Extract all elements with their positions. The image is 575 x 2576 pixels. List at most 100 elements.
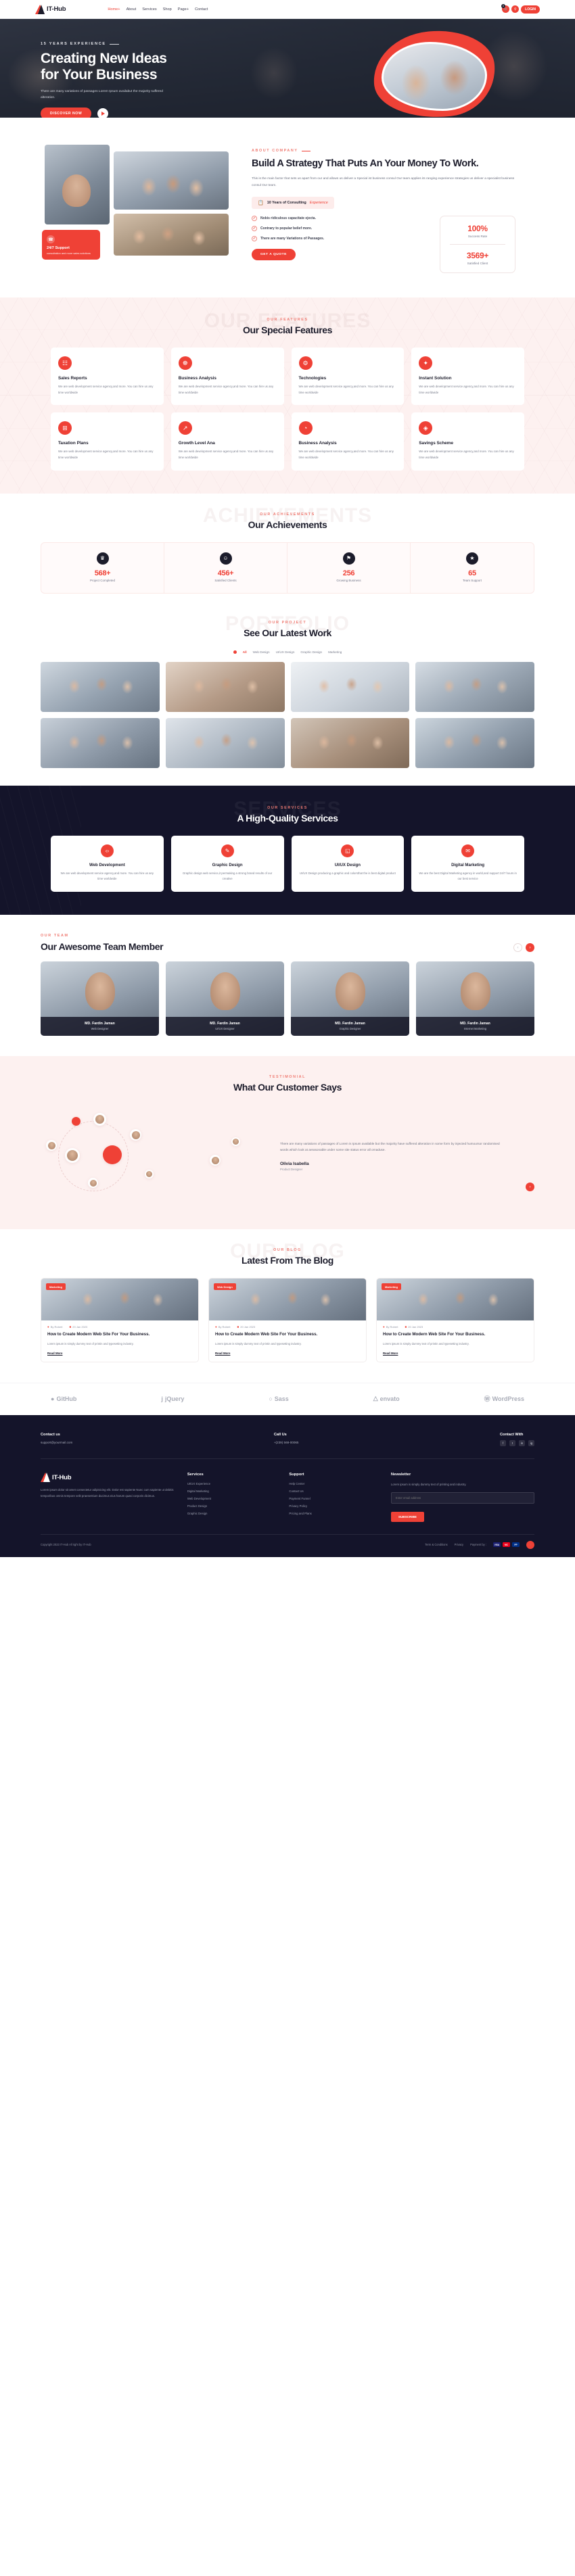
blog-post-card[interactable]: Web Design ● By Robert ■ 20 Jan 2023 How to… [208, 1278, 367, 1363]
next-arrow-icon[interactable]: › [526, 1183, 534, 1192]
next-arrow-icon[interactable]: › [526, 943, 534, 953]
nav-item-shop[interactable]: Shop [163, 7, 172, 11]
blog-tag: Marketing [382, 1283, 401, 1291]
mastercard-icon: MC [503, 1542, 510, 1548]
footer-phone-value[interactable]: +(239) 568-00065 [274, 1440, 299, 1446]
member-role: Web Designer [91, 1027, 109, 1031]
stat-clients-label: Satisfied Client [467, 262, 488, 266]
nav-item-contact[interactable]: Contact [195, 7, 208, 11]
service-card[interactable]: ‹› Web Development We are web development … [51, 835, 164, 892]
play-video-button[interactable] [97, 108, 109, 118]
twitter-icon[interactable]: t [509, 1440, 515, 1447]
filter-marketing[interactable]: Marketing [328, 650, 342, 654]
avatar[interactable] [210, 1155, 221, 1166]
filter-graphic-design[interactable]: Graphic Design [300, 650, 322, 654]
nav-item-home[interactable]: Home+ [108, 7, 120, 11]
service-text: We are web development service agency,an… [60, 871, 154, 880]
nav-item-about[interactable]: About [127, 7, 137, 11]
service-card[interactable]: ◱ UI/UX Design UI/UX Design producing a gr… [291, 835, 405, 892]
newsletter-email-input[interactable] [390, 1492, 534, 1504]
footer-logo[interactable]: IT-Hub [41, 1473, 175, 1483]
footer-link[interactable]: Digital Marketing [187, 1489, 277, 1493]
avatar[interactable] [145, 1170, 154, 1179]
nav-item-services[interactable]: Services [142, 7, 156, 11]
footer-link[interactable]: Payment Funnel [289, 1497, 379, 1500]
blog-author: ● By Robert [47, 1325, 63, 1329]
avatar[interactable] [46, 1140, 57, 1151]
privacy-link[interactable]: Privacy [455, 1543, 463, 1546]
footer-link[interactable]: Help Center [289, 1482, 379, 1485]
footer-newsletter-desc: Lorem ipsum is simply dummy text of prin… [390, 1483, 467, 1487]
calendar-icon: ■ [69, 1325, 72, 1329]
footer-link[interactable]: Graphic Design [187, 1512, 277, 1515]
feature-card[interactable]: ◔ Business Analysis We are web development… [291, 412, 405, 471]
feature-text: We are web development service agency,an… [298, 385, 394, 394]
service-card[interactable]: ✎ Graphic Design Graphic design web servic… [170, 835, 284, 892]
payment-label: Payment by : [470, 1543, 486, 1547]
feature-card[interactable]: ↗ Growth Level Ana We are web development … [170, 412, 284, 471]
avatar[interactable] [231, 1137, 240, 1147]
back-to-top-button[interactable]: ↑ [526, 1540, 534, 1549]
portfolio-item[interactable] [415, 661, 534, 712]
footer-link[interactable]: Contact Us [289, 1489, 379, 1493]
github-icon: ● [51, 1395, 55, 1402]
user-icon: ● [47, 1325, 49, 1329]
nav-item-page[interactable]: Page+ [178, 7, 189, 11]
portfolio-item[interactable] [290, 717, 410, 768]
filter-web-design[interactable]: Web Design [253, 650, 270, 654]
blog-post-card[interactable]: Marketing ● By Robert ■ 20 Jan 2023 How to … [41, 1278, 199, 1363]
feature-title: Technologies [298, 376, 327, 381]
service-title: UI/UX Design [334, 862, 361, 867]
feature-card[interactable]: ☷ Sales Reports We are web development ser… [51, 348, 164, 406]
portfolio-item[interactable] [290, 661, 410, 712]
team-member-card[interactable]: MD. Fardin Jaman Internet Marketing [416, 961, 534, 1036]
blog-excerpt: Lorem ipsum is simply dummy text of prin… [47, 1342, 134, 1346]
read-more-link[interactable]: Read More [377, 1347, 534, 1362]
footer-contact-email[interactable]: support@yourmail.com [41, 1440, 72, 1446]
terms-link[interactable]: Term & Conditions [425, 1543, 447, 1546]
linkedin-icon[interactable]: in [519, 1440, 525, 1447]
footer-link[interactable]: Web Development [187, 1497, 277, 1500]
support-card: ☎ 24/7 Support consultation and more sal… [42, 230, 100, 260]
service-card[interactable]: ✉ Digital Marketing We are the best Digita… [411, 835, 524, 892]
instagram-icon[interactable]: ig [528, 1440, 534, 1447]
filter-uiux-design[interactable]: UI/UX Design [276, 650, 295, 654]
portfolio-item[interactable] [41, 661, 160, 712]
footer-link[interactable]: UI/UX Experience [187, 1482, 277, 1485]
avatar[interactable] [130, 1129, 141, 1141]
feature-card[interactable]: ☸ Business Analysis We are web development… [170, 348, 284, 406]
footer-link[interactable]: Pricing and Plans [289, 1512, 379, 1515]
team-member-card[interactable]: MD. Fardin Jaman UI/UX Designer [166, 961, 284, 1036]
footer-link[interactable]: Product Design [187, 1504, 277, 1508]
login-button[interactable]: LOGIN [521, 5, 540, 14]
search-icon[interactable]: ⚲ [511, 5, 520, 13]
facebook-icon[interactable]: f [500, 1440, 506, 1447]
footer-link[interactable]: Privacy Policy [289, 1504, 379, 1508]
subscribe-button[interactable]: SUBSCRIBE [390, 1511, 424, 1522]
achievement-label: Satisfied Clients [214, 578, 237, 582]
feature-card[interactable]: ⊞ Taxation Plans We are web development se… [51, 412, 164, 471]
site-logo[interactable]: IT-Hub [35, 4, 66, 14]
read-more-link[interactable]: Read More [41, 1347, 198, 1362]
hero-actions: DISCOVER NOW [41, 108, 534, 118]
check-label: Contrary to popular belief more. [260, 226, 313, 231]
portfolio-title: See Our Latest Work [244, 627, 331, 638]
cart-icon[interactable]: 🛒 0 [501, 4, 510, 13]
discover-now-button[interactable]: DISCOVER NOW [41, 108, 92, 118]
team-member-card[interactable]: MD. Fardin Jaman Graphic Designer [291, 961, 409, 1036]
about-title: Build A Strategy That Puts An Your Money… [252, 158, 479, 169]
achievement-value: 456+ [217, 569, 234, 577]
read-more-link[interactable]: Read More [209, 1347, 366, 1362]
filter-all[interactable]: All [243, 650, 247, 654]
feature-card[interactable]: ⚙ Technologies We are web development serv… [291, 348, 405, 406]
portfolio-item[interactable] [415, 717, 534, 768]
portfolio-item[interactable] [165, 661, 285, 712]
prev-arrow-icon[interactable]: ‹ [513, 943, 522, 953]
get-a-quote-button[interactable]: GET A QUOTE [252, 249, 296, 261]
portfolio-item[interactable] [41, 717, 160, 768]
feature-card[interactable]: ◈ Savings Scheme We are web development se… [411, 412, 524, 471]
team-member-card[interactable]: MD. Fardin Jaman Web Designer [41, 961, 159, 1036]
feature-card[interactable]: ✦ Instant Solution We are web development … [411, 348, 524, 406]
blog-post-card[interactable]: Marketing ● By Robert ■ 20 Jan 2023 How to … [376, 1278, 534, 1363]
portfolio-item[interactable] [165, 717, 285, 768]
